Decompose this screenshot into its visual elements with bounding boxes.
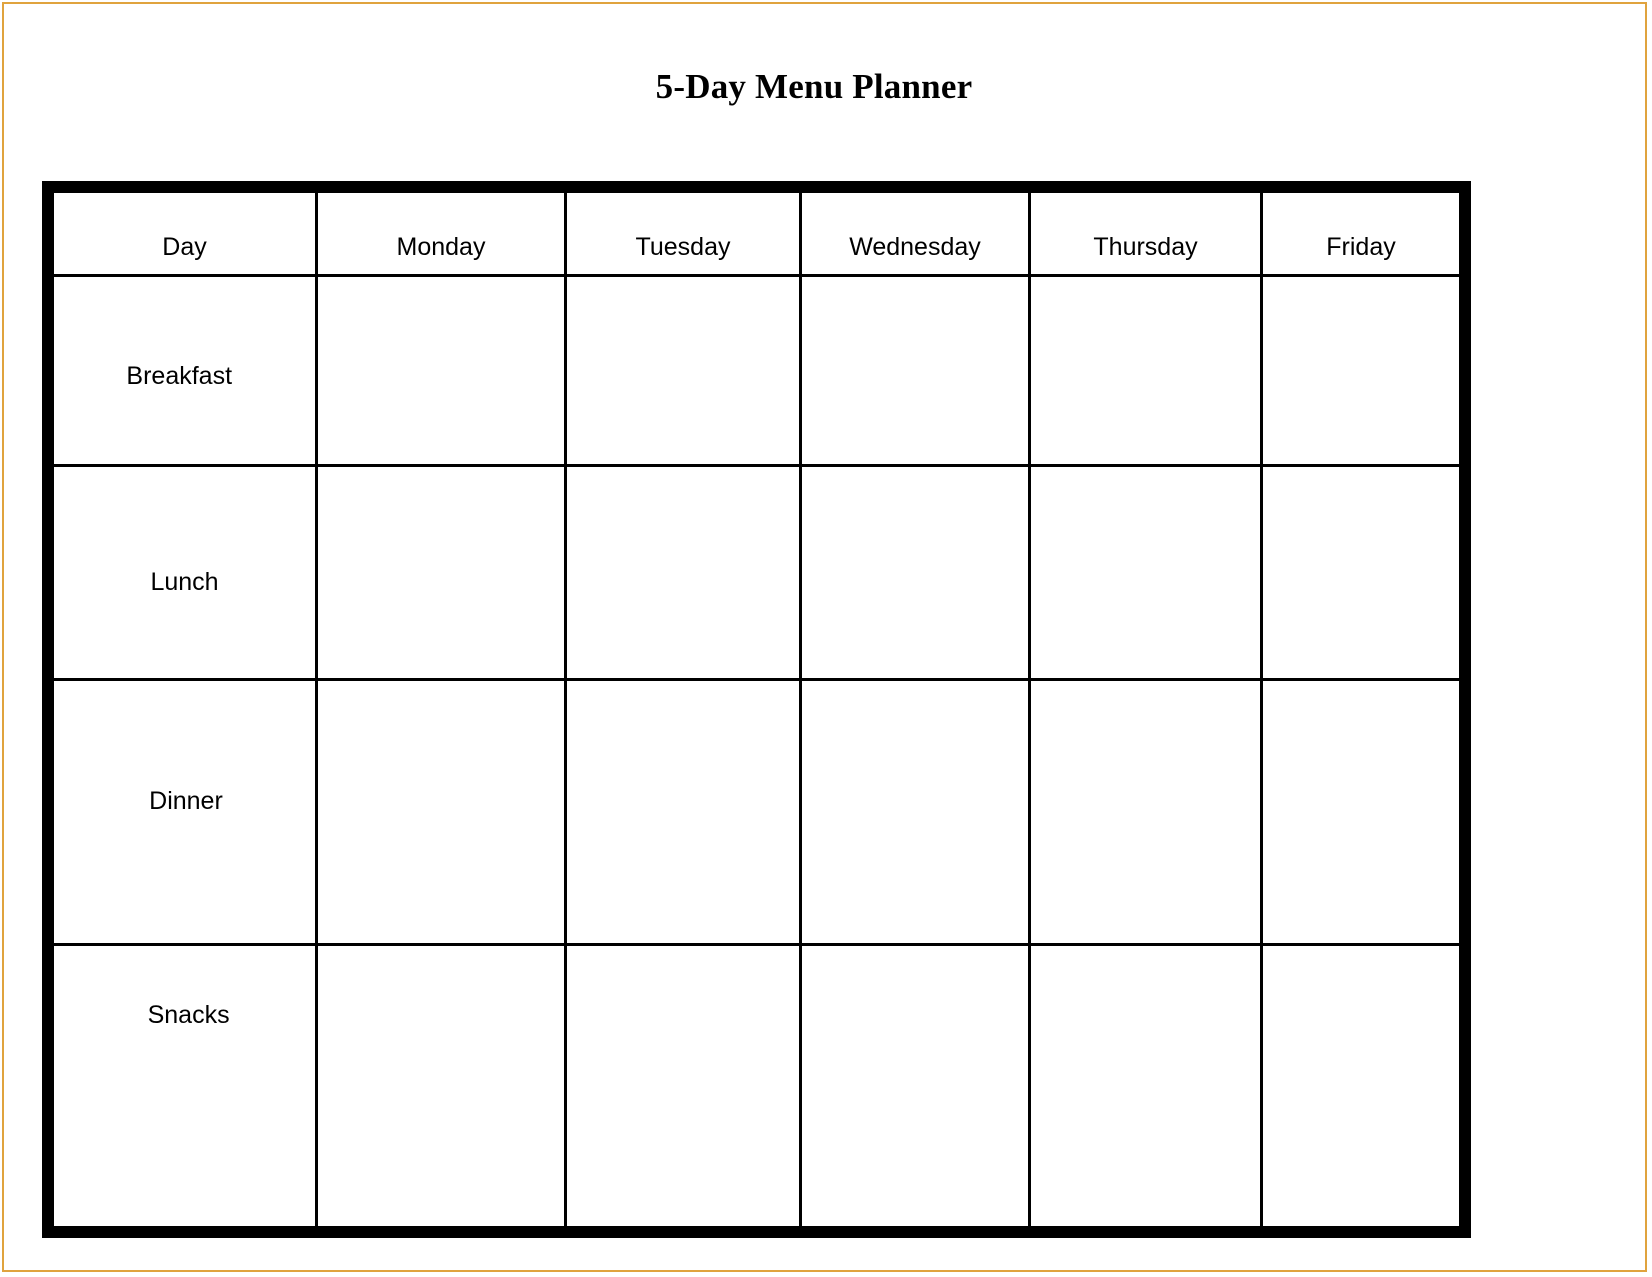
cell-snacks-thursday[interactable]	[1031, 946, 1263, 1226]
cell-dinner-tuesday[interactable]	[567, 681, 802, 943]
column-header-label: Monday	[396, 233, 486, 261]
column-header-tuesday: Tuesday	[567, 193, 802, 274]
column-header-wednesday: Wednesday	[802, 193, 1031, 274]
column-header-friday: Friday	[1263, 193, 1459, 274]
cell-lunch-thursday[interactable]	[1031, 467, 1263, 678]
column-header-label: Day	[162, 233, 207, 261]
row-header-label: Snacks	[147, 1001, 230, 1029]
column-header-thursday: Thursday	[1031, 193, 1263, 274]
table-row: Dinner	[54, 681, 1459, 946]
row-header-snacks: Snacks	[54, 946, 318, 1226]
cell-lunch-tuesday[interactable]	[567, 467, 802, 678]
page-sheet: 5-Day Menu Planner Day Monday Tuesday We…	[2, 2, 1647, 1272]
cell-dinner-thursday[interactable]	[1031, 681, 1263, 943]
column-header-label: Friday	[1326, 233, 1396, 261]
cell-snacks-wednesday[interactable]	[802, 946, 1031, 1226]
column-header-label: Tuesday	[635, 233, 731, 261]
column-header-day: Day	[54, 193, 318, 274]
column-header-label: Thursday	[1093, 233, 1198, 261]
cell-breakfast-friday[interactable]	[1263, 277, 1459, 464]
table-row: Snacks	[54, 946, 1459, 1226]
cell-dinner-friday[interactable]	[1263, 681, 1459, 943]
row-header-lunch: Lunch	[54, 467, 318, 678]
cell-lunch-friday[interactable]	[1263, 467, 1459, 678]
row-header-breakfast: Breakfast	[54, 277, 318, 464]
planner-grid: Day Monday Tuesday Wednesday Thursday Fr…	[54, 193, 1459, 1226]
cell-lunch-wednesday[interactable]	[802, 467, 1031, 678]
row-header-label: Dinner	[149, 787, 223, 815]
cell-breakfast-wednesday[interactable]	[802, 277, 1031, 464]
cell-snacks-friday[interactable]	[1263, 946, 1459, 1226]
cell-dinner-wednesday[interactable]	[802, 681, 1031, 943]
cell-dinner-monday[interactable]	[318, 681, 567, 943]
cell-snacks-tuesday[interactable]	[567, 946, 802, 1226]
table-row: Lunch	[54, 467, 1459, 681]
row-header-label: Breakfast	[126, 362, 233, 390]
cell-lunch-monday[interactable]	[318, 467, 567, 678]
column-header-label: Wednesday	[849, 233, 981, 261]
row-header-dinner: Dinner	[54, 681, 318, 943]
cell-snacks-monday[interactable]	[318, 946, 567, 1226]
cell-breakfast-tuesday[interactable]	[567, 277, 802, 464]
menu-planner-table: Day Monday Tuesday Wednesday Thursday Fr…	[42, 181, 1471, 1238]
cell-breakfast-thursday[interactable]	[1031, 277, 1263, 464]
table-header-row: Day Monday Tuesday Wednesday Thursday Fr…	[54, 193, 1459, 277]
row-header-label: Lunch	[150, 568, 219, 596]
cell-breakfast-monday[interactable]	[318, 277, 567, 464]
table-row: Breakfast	[54, 277, 1459, 467]
column-header-monday: Monday	[318, 193, 567, 274]
page-title: 5-Day Menu Planner	[655, 67, 973, 106]
